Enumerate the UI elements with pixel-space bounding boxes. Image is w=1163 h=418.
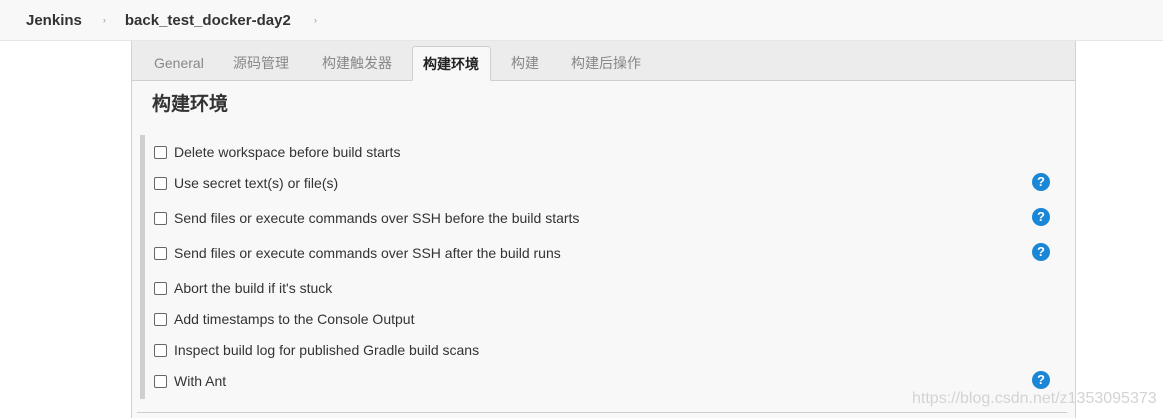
config-tab-bar: General 源码管理 构建触发器 构建环境 构建 构建后操作 — [132, 41, 1075, 81]
option-row: Inspect build log for published Gradle b… — [145, 339, 1070, 361]
build-environment-options: Delete workspace before build starts Use… — [140, 135, 1070, 399]
option-label[interactable]: Inspect build log for published Gradle b… — [174, 342, 479, 358]
option-label[interactable]: Send files or execute commands over SSH … — [174, 245, 561, 261]
help-icon[interactable]: ? — [1032, 243, 1050, 261]
breadcrumb-jenkins-link[interactable]: Jenkins — [26, 12, 82, 29]
option-checkbox[interactable] — [154, 145, 167, 159]
breadcrumb-separator-icon[interactable]: › — [103, 15, 106, 25]
option-checkbox[interactable] — [154, 281, 167, 295]
option-row: Delete workspace before build starts — [145, 141, 1070, 163]
option-row: Send files or execute commands over SSH … — [145, 207, 1070, 229]
option-label[interactable]: With Ant — [174, 373, 226, 389]
config-panel: General 源码管理 构建触发器 构建环境 构建 构建后操作 构建环境 De… — [131, 41, 1076, 418]
option-checkbox[interactable] — [154, 246, 167, 260]
tab-source-code[interactable]: 源码管理 — [223, 46, 299, 80]
option-label[interactable]: Add timestamps to the Console Output — [174, 311, 414, 327]
help-icon[interactable]: ? — [1032, 371, 1050, 389]
option-label[interactable]: Send files or execute commands over SSH … — [174, 210, 579, 226]
option-checkbox[interactable] — [154, 343, 167, 357]
option-row: Abort the build if it's stuck — [145, 277, 1070, 299]
option-row: Send files or execute commands over SSH … — [145, 242, 1070, 264]
tab-general[interactable]: General — [144, 46, 214, 80]
tab-build[interactable]: 构建 — [501, 46, 549, 80]
option-row: Add timestamps to the Console Output — [145, 308, 1070, 330]
option-label[interactable]: Abort the build if it's stuck — [174, 280, 332, 296]
watermark: https://blog.csdn.net/z1353095373 — [912, 390, 1157, 407]
option-row: Use secret text(s) or file(s) ? — [145, 172, 1070, 194]
option-checkbox[interactable] — [154, 312, 167, 326]
tab-post-build[interactable]: 构建后操作 — [561, 46, 651, 80]
tab-build-environment[interactable]: 构建环境 — [412, 46, 491, 81]
option-checkbox[interactable] — [154, 176, 167, 190]
option-label[interactable]: Use secret text(s) or file(s) — [174, 175, 338, 191]
help-icon[interactable]: ? — [1032, 173, 1050, 191]
option-checkbox[interactable] — [154, 374, 167, 388]
breadcrumb-job-link[interactable]: back_test_docker-day2 — [125, 12, 291, 29]
breadcrumb-separator-icon[interactable]: › — [314, 15, 317, 25]
option-label[interactable]: Delete workspace before build starts — [174, 144, 400, 160]
breadcrumb: Jenkins › back_test_docker-day2 › — [0, 0, 1163, 41]
option-checkbox[interactable] — [154, 211, 167, 225]
section-divider — [137, 412, 1067, 413]
help-icon[interactable]: ? — [1032, 208, 1050, 226]
option-row: With Ant ? — [145, 370, 1070, 392]
section-title: 构建环境 — [152, 94, 229, 115]
tab-build-triggers[interactable]: 构建触发器 — [312, 46, 402, 80]
